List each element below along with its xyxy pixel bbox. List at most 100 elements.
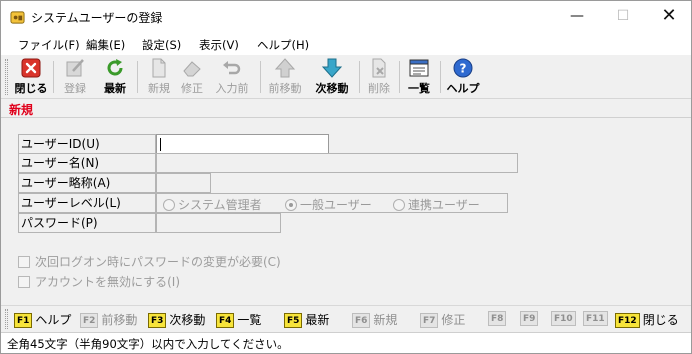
password-label: パスワード(P) <box>18 213 156 233</box>
close-button[interactable]: 閉じる <box>13 57 49 97</box>
toolbar-separator <box>260 61 261 93</box>
fkey-label: 閉じる <box>642 313 679 327</box>
maximize-button[interactable]: ☐ <box>600 1 646 33</box>
radio-linked-user-label: 連携ユーザー <box>408 198 480 212</box>
list-window-icon <box>409 59 429 77</box>
app-icon <box>10 11 25 24</box>
fkey-f8[interactable]: F8 <box>488 311 509 326</box>
fkey-f5[interactable]: F5 最新 <box>284 311 329 328</box>
new-button-label: 新規 <box>148 82 170 95</box>
title-bar: システムユーザーの登録 — ☐ ✕ <box>1 1 691 33</box>
checkbox-icon <box>18 276 30 288</box>
fkey-f11[interactable]: F11 <box>583 311 611 326</box>
window-title: システムユーザーの登録 <box>31 11 163 25</box>
refresh-button[interactable]: 最新 <box>98 57 132 97</box>
help-icon: ? <box>453 58 473 78</box>
fkey-label: 新規 <box>373 313 398 327</box>
arrow-down-icon <box>321 58 343 78</box>
fkey-f2[interactable]: F2 前移動 <box>80 311 137 328</box>
fkey-label: ヘルプ <box>35 313 72 327</box>
fix-button-label: 修正 <box>181 82 203 95</box>
menu-help[interactable]: ヘルプ(H) <box>257 37 309 53</box>
input-prev-button[interactable]: 入力前 <box>212 57 252 97</box>
prev-move-button[interactable]: 前移動 <box>265 57 305 97</box>
user-level-radio-group: システム管理者 一般ユーザー 連携ユーザー <box>156 193 508 213</box>
delete-button[interactable]: 削除 <box>364 57 394 97</box>
user-short-name-label: ユーザー略称(A) <box>18 173 156 193</box>
minimize-button[interactable]: — <box>554 1 600 33</box>
menu-bar: ファイル(F) 編集(E) 設定(S) 表示(V) ヘルプ(H) <box>1 33 691 55</box>
toolbar: 閉じる 登録 最新 新規 修正 入力前 前移動 次移動 削除 一覧 ? ヘルプ <box>1 55 691 99</box>
fkey-f3[interactable]: F3 次移動 <box>148 311 205 328</box>
app-window: システムユーザーの登録 — ☐ ✕ ファイル(F) 編集(E) 設定(S) 表示… <box>0 0 692 354</box>
menu-view[interactable]: 表示(V) <box>199 37 239 53</box>
user-name-label: ユーザー名(N) <box>18 153 156 173</box>
new-button[interactable]: 新規 <box>142 57 176 97</box>
list-button[interactable]: 一覧 <box>404 57 434 97</box>
fkey-f10[interactable]: F10 <box>551 311 579 326</box>
toolbar-grip[interactable] <box>5 59 8 95</box>
close-icon <box>21 58 41 78</box>
form-area: ユーザーID(U) ユーザー名(N) ユーザー略称(A) ユーザーレベル(L) … <box>1 119 691 303</box>
fkey-cap: F7 <box>420 313 439 328</box>
fkey-f9[interactable]: F9 <box>520 311 541 326</box>
menu-file[interactable]: ファイル(F) <box>18 37 80 53</box>
eraser-icon <box>183 61 201 77</box>
fkey-cap: F1 <box>14 313 33 328</box>
fkey-f6[interactable]: F6 新規 <box>352 311 397 328</box>
svg-text:?: ? <box>460 62 467 76</box>
next-move-button-label: 次移動 <box>315 82 349 95</box>
prev-move-button-label: 前移動 <box>268 82 302 95</box>
toolbar-separator <box>440 61 441 93</box>
help-button[interactable]: ? ヘルプ <box>445 57 481 97</box>
fkey-label: 前移動 <box>101 313 138 327</box>
list-button-label: 一覧 <box>408 82 430 95</box>
register-button-label: 登録 <box>64 82 86 95</box>
mode-indicator: 新規 <box>9 103 34 117</box>
menu-settings[interactable]: 設定(S) <box>142 37 181 53</box>
status-bar: 全角45文字（半角90文字）以内で入力してください。 <box>1 332 691 353</box>
user-name-input[interactable] <box>156 153 518 173</box>
fkey-cap: F3 <box>148 313 167 328</box>
fkey-f1[interactable]: F1 ヘルプ <box>14 311 71 328</box>
radio-general-user-label: 一般ユーザー <box>300 198 372 212</box>
checkbox-password-change-label: 次回ログオン時にパスワードの変更が必要(C) <box>35 255 281 269</box>
password-input[interactable] <box>156 213 281 233</box>
checkbox-disable-account[interactable]: アカウントを無効にする(I) <box>18 273 180 290</box>
fkey-label: 最新 <box>305 313 330 327</box>
undo-icon <box>223 61 241 75</box>
next-move-button[interactable]: 次移動 <box>311 57 353 97</box>
radio-linked-user[interactable]: 連携ユーザー <box>393 196 480 212</box>
fkey-f4[interactable]: F4 一覧 <box>216 311 261 328</box>
close-button-label: 閉じる <box>14 82 48 95</box>
radio-general-user[interactable]: 一般ユーザー <box>285 196 372 212</box>
user-short-name-input[interactable] <box>156 173 211 193</box>
fkey-label: 一覧 <box>237 313 262 327</box>
radio-system-admin[interactable]: システム管理者 <box>163 196 262 212</box>
new-document-icon <box>152 58 166 78</box>
status-message: 全角45文字（半角90文字）以内で入力してください。 <box>7 337 289 351</box>
fkey-label: 修正 <box>441 313 466 327</box>
input-prev-button-label: 入力前 <box>215 82 249 95</box>
fkey-f7[interactable]: F7 修正 <box>420 311 465 328</box>
checkbox-password-change[interactable]: 次回ログオン時にパスワードの変更が必要(C) <box>18 253 281 270</box>
fkey-cap: F9 <box>520 311 539 326</box>
user-id-input[interactable] <box>156 134 329 154</box>
refresh-icon <box>107 59 123 76</box>
delete-button-label: 削除 <box>368 82 390 95</box>
refresh-button-label: 最新 <box>104 82 126 95</box>
fkey-cap: F4 <box>216 313 235 328</box>
fkey-label: 次移動 <box>169 313 206 327</box>
radio-button-selected-icon <box>285 199 297 211</box>
fix-button[interactable]: 修正 <box>177 57 207 97</box>
register-button[interactable]: 登録 <box>58 57 92 97</box>
fkey-cap: F6 <box>352 313 371 328</box>
help-button-label: ヘルプ <box>446 82 480 95</box>
close-window-button[interactable]: ✕ <box>646 1 692 33</box>
menu-edit[interactable]: 編集(E) <box>86 37 125 53</box>
radio-button-icon <box>393 199 405 211</box>
user-id-label: ユーザーID(U) <box>18 134 156 154</box>
fkey-cap: F11 <box>583 311 608 326</box>
fkey-cap: F10 <box>551 311 576 326</box>
fkey-f12[interactable]: F12 閉じる <box>615 311 679 328</box>
